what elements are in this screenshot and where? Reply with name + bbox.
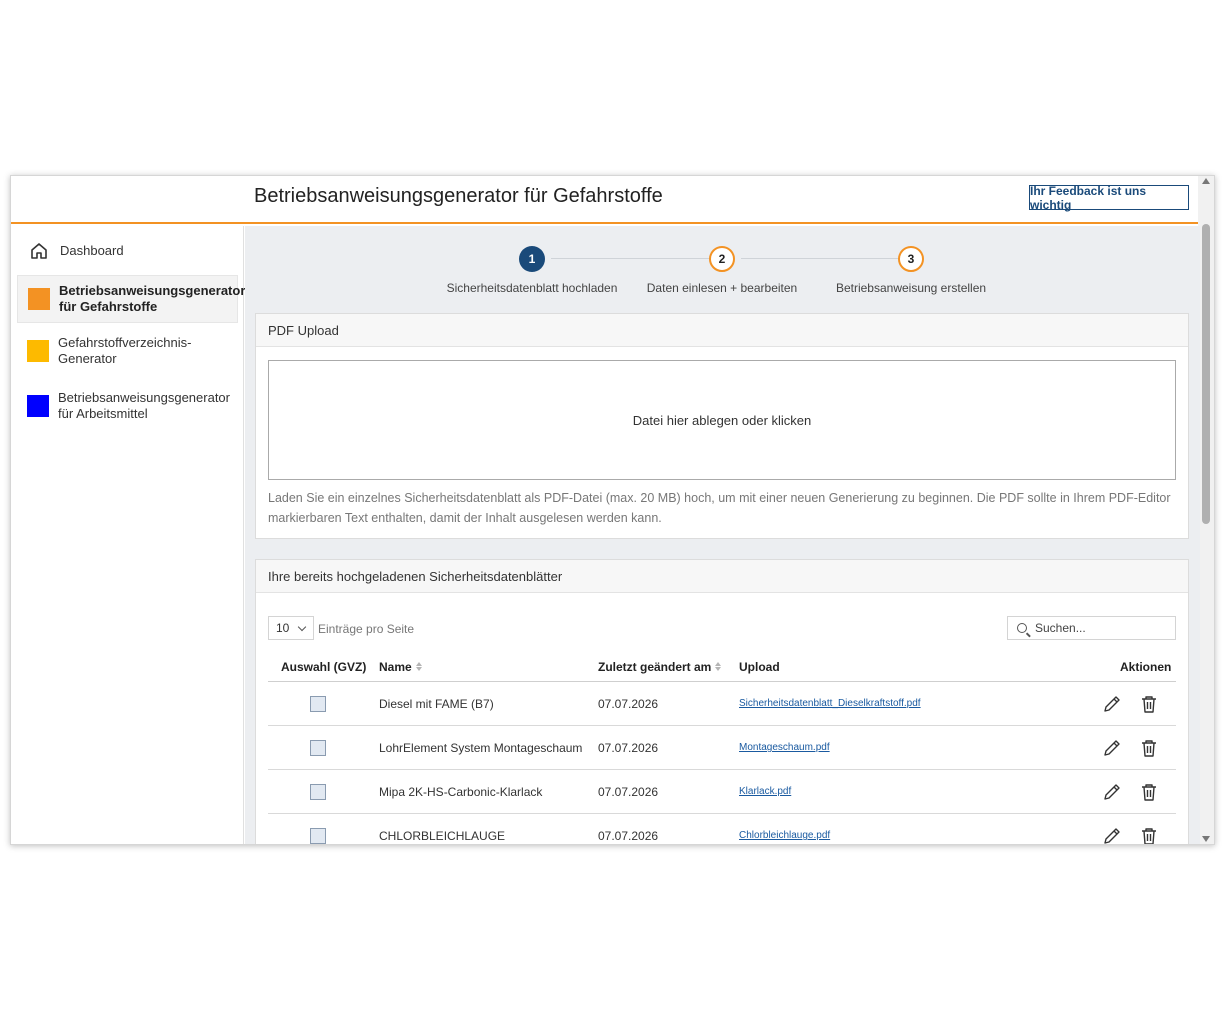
row-name: CHLORBLEICHLAUGE [379,829,506,843]
sidebar-item-dashboard[interactable]: Dashboard [17,238,238,264]
step-label: Sicherheitsdatenblatt hochladen [446,281,618,295]
scroll-down-arrow-icon[interactable] [1202,836,1210,842]
search-input[interactable] [1035,621,1165,635]
home-icon [31,243,47,259]
row-select-checkbox[interactable] [310,696,326,712]
sidebar-item-label: Betriebsanweisungsgenerator für Gefahrst… [59,283,246,314]
column-header-select: Auswahl (GVZ) [281,660,367,674]
column-header-actions: Aktionen [1120,660,1172,674]
page-length-value: 10 [276,621,290,635]
sidebar-item-label: Betriebsanweisungsgenerator für Arbeitsm… [58,390,230,421]
module-color-swatch [27,395,49,417]
scrollbar[interactable] [1198,176,1214,844]
search-icon [1017,623,1027,633]
card-title: Ihre bereits hochgeladenen Sicherheitsda… [256,560,1188,593]
sidebar-item-gefahrstoffverzeichnis[interactable]: Gefahrstoffverzeichnis-Generator [17,331,238,371]
row-modified-date: 07.07.2026 [598,785,659,799]
page-length-label: Einträge pro Seite [318,622,415,636]
row-name: LohrElement System Montageschaum [379,741,583,755]
step-label: Betriebsanweisung erstellen [835,281,987,295]
column-header-name[interactable]: Name [379,660,422,674]
delete-trash-icon[interactable] [1140,826,1158,845]
module-color-swatch [28,288,50,310]
progress-stepper: 1 Sicherheitsdatenblatt hochladen 2 Date… [245,226,1200,306]
main-content: 1 Sicherheitsdatenblatt hochladen 2 Date… [245,226,1200,845]
scroll-up-arrow-icon[interactable] [1202,178,1210,184]
delete-trash-icon[interactable] [1140,738,1158,758]
step-1: 1 Sicherheitsdatenblatt hochladen [432,246,632,295]
column-header-upload: Upload [739,660,780,674]
sidebar-item-label: Gefahrstoffverzeichnis-Generator [58,335,192,366]
row-file-link[interactable]: Montageschaum.pdf [739,742,830,753]
step-3: 3 Betriebsanweisung erstellen [811,246,1011,295]
search-field[interactable] [1007,616,1176,640]
row-modified-date: 07.07.2026 [598,697,659,711]
sidebar-item-ba-arbeitsmittel[interactable]: Betriebsanweisungsgenerator für Arbeitsm… [17,386,238,426]
delete-trash-icon[interactable] [1140,782,1158,802]
sidebar-item-ba-gefahrstoffe[interactable]: Betriebsanweisungsgenerator für Gefahrst… [17,275,245,323]
table-row: CHLORBLEICHLAUGE 07.07.2026 Chlorbleichl… [268,814,1176,845]
page-length-select[interactable]: 10 [268,616,314,640]
delete-trash-icon[interactable] [1140,694,1158,714]
step-number: 2 [709,246,735,272]
column-header-label: Name [379,660,412,674]
card-title: PDF Upload [256,314,1188,347]
pdf-upload-card: PDF Upload Datei hier ablegen oder klick… [255,313,1189,539]
step-number: 1 [519,246,545,272]
row-file-link[interactable]: Klarlack.pdf [739,786,791,797]
row-select-checkbox[interactable] [310,828,326,844]
column-header-label: Zuletzt geändert am [598,660,712,674]
file-dropzone[interactable]: Datei hier ablegen oder klicken [268,360,1176,480]
sort-icon [715,662,722,672]
scroll-thumb[interactable] [1202,224,1210,524]
page-title: Betriebsanweisungsgenerator für Gefahrst… [254,185,663,207]
step-number: 3 [898,246,924,272]
row-select-checkbox[interactable] [310,740,326,756]
uploaded-sheets-card: Ihre bereits hochgeladenen Sicherheitsda… [255,559,1190,845]
table-row: LohrElement System Montageschaum 07.07.2… [268,726,1176,770]
sheets-table: Auswahl (GVZ) Name Zuletzt geändert am U… [268,652,1176,845]
table-controls-area: 10 Einträge pro Seite Auswahl (GVZ) Name… [256,594,1190,845]
sidebar: Dashboard Betriebsanweisungsgenerator fü… [11,226,245,844]
row-name: Diesel mit FAME (B7) [379,697,494,711]
row-file-link[interactable]: Sicherheitsdatenblatt_Dieselkraftstoff.p… [739,698,921,709]
sort-icon [415,662,422,672]
step-label: Daten einlesen + bearbeiten [646,281,798,295]
row-file-link[interactable]: Chlorbleichlauge.pdf [739,830,830,841]
column-header-modified[interactable]: Zuletzt geändert am [598,660,722,674]
feedback-button[interactable]: Ihr Feedback ist uns wichtig [1029,184,1189,212]
step-2: 2 Daten einlesen + bearbeiten [622,246,822,295]
table-row: Mipa 2K-HS-Carbonic-Klarlack 07.07.2026 … [268,770,1176,814]
row-select-checkbox[interactable] [310,784,326,800]
row-modified-date: 07.07.2026 [598,741,659,755]
row-name: Mipa 2K-HS-Carbonic-Klarlack [379,785,543,799]
edit-pencil-icon[interactable] [1102,826,1122,845]
module-color-swatch [27,340,49,362]
edit-pencil-icon[interactable] [1102,694,1122,714]
sidebar-item-label: Dashboard [60,243,124,258]
table-row: Diesel mit FAME (B7) 07.07.2026 Sicherhe… [268,682,1176,726]
upload-hint-text: Laden Sie ein einzelnes Sicherheitsdaten… [268,491,1171,525]
edit-pencil-icon[interactable] [1102,738,1122,758]
chevron-down-icon [297,622,307,632]
app-window: Betriebsanweisungsgenerator für Gefahrst… [10,175,1215,845]
top-bar: Betriebsanweisungsgenerator für Gefahrst… [11,176,1200,224]
table-header: Auswahl (GVZ) Name Zuletzt geändert am U… [268,652,1176,682]
edit-pencil-icon[interactable] [1102,782,1122,802]
row-modified-date: 07.07.2026 [598,829,659,843]
